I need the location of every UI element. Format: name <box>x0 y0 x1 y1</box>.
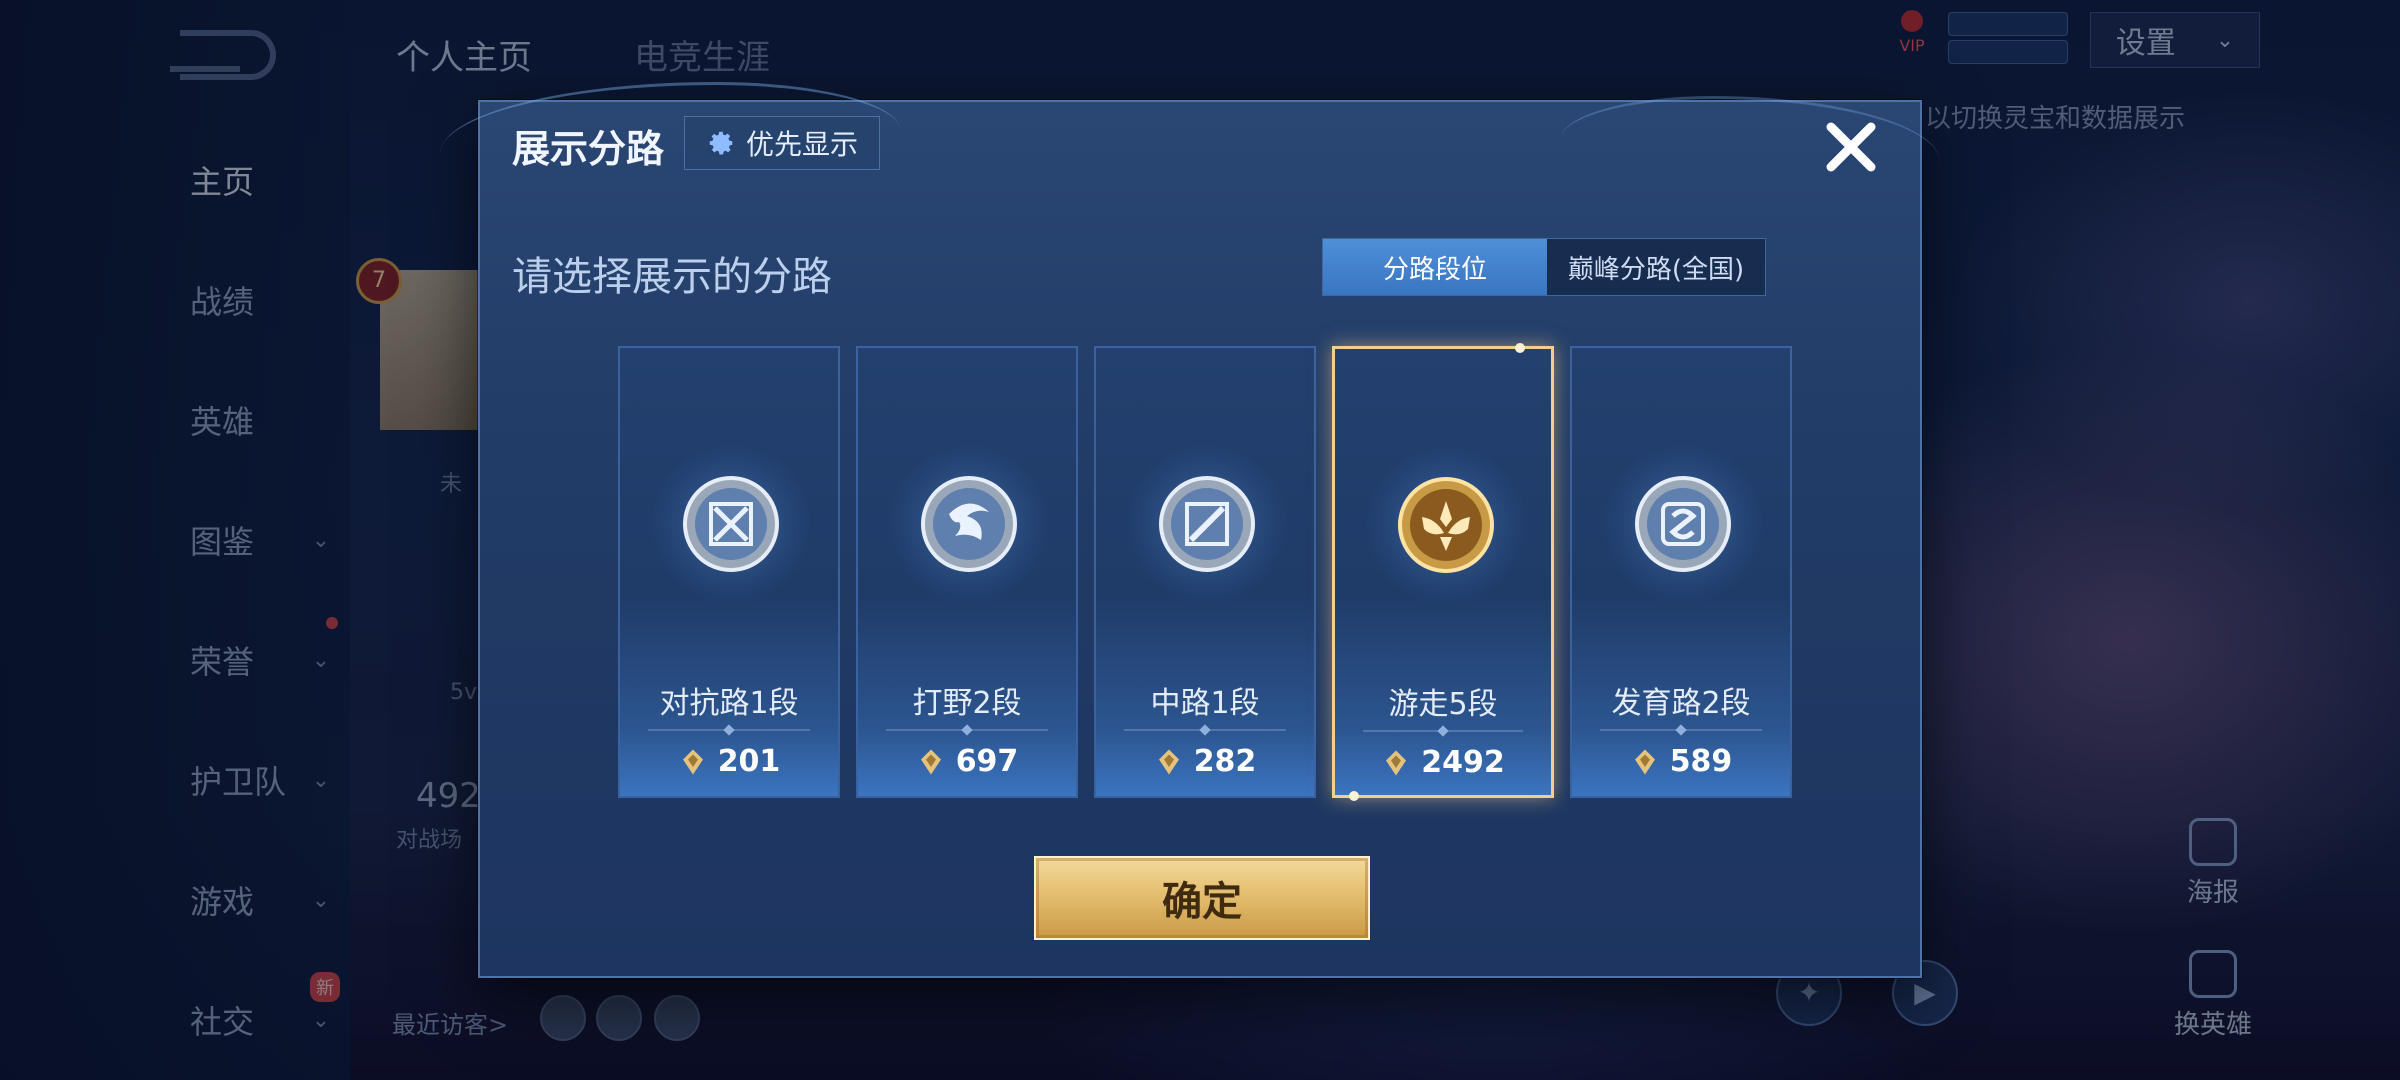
lane-card-list: 对抗路1段 201 打野2段 697 中路1段 282 游走5段 2492 发育… <box>618 343 1792 822</box>
lane-score: 697 <box>858 744 1076 779</box>
lane-rank-label: 中路1段 <box>1150 686 1260 721</box>
lane-score: 2492 <box>1335 745 1551 780</box>
lane-rank-label: 对抗路1段 <box>659 686 799 721</box>
dialog-title: 展示分路 <box>512 127 665 171</box>
lane-rank-label: 游走5段 <box>1388 687 1498 722</box>
close-icon <box>1826 122 1876 172</box>
lane-score: 282 <box>1096 744 1314 779</box>
divider <box>1600 729 1762 731</box>
lane-rank-label: 打野2段 <box>912 686 1022 721</box>
clash-lane-icon <box>683 476 779 572</box>
confirm-button[interactable]: 确定 <box>1034 856 1370 940</box>
lane-score-value: 589 <box>1669 744 1733 779</box>
lane-card-mid[interactable]: 中路1段 282 <box>1094 346 1316 798</box>
divider <box>648 729 810 731</box>
divider <box>1363 730 1523 732</box>
lane-display-dialog: 展示分路 优先显示 请选择展示的分路 分路段位 巅峰分路(全国) 对抗路1段 2… <box>440 82 1940 978</box>
score-icon <box>1634 749 1655 774</box>
lane-score: 589 <box>1572 744 1790 779</box>
close-button[interactable] <box>1816 112 1886 182</box>
priority-display-button[interactable]: 优先显示 <box>684 116 880 170</box>
tab-lane-rank[interactable]: 分路段位 <box>1323 239 1547 295</box>
lane-score: 201 <box>620 744 838 779</box>
lane-rank-label: 发育路2段 <box>1611 686 1751 721</box>
display-mode-tabs: 分路段位 巅峰分路(全国) <box>1322 238 1766 296</box>
selection-corner-dot <box>1515 343 1525 353</box>
lane-card-roam[interactable]: 游走5段 2492 <box>1332 343 1554 801</box>
score-icon <box>920 749 941 774</box>
priority-button-label: 优先显示 <box>745 128 858 161</box>
lane-score-value: 282 <box>1193 744 1257 779</box>
score-icon <box>1158 749 1179 774</box>
gear-icon <box>709 131 733 155</box>
dialog-subtitle: 请选择展示的分路 <box>512 254 832 300</box>
farm-lane-icon <box>1635 476 1731 572</box>
roam-icon <box>1398 477 1494 573</box>
jungle-icon <box>921 476 1017 572</box>
mid-lane-icon <box>1159 476 1255 572</box>
lane-score-value: 201 <box>717 744 781 779</box>
lane-card-clash[interactable]: 对抗路1段 201 <box>618 346 840 798</box>
score-icon <box>682 749 703 774</box>
divider <box>886 729 1048 731</box>
lane-score-value: 2492 <box>1421 745 1505 780</box>
tab-peak-lane-national[interactable]: 巅峰分路(全国) <box>1547 239 1765 295</box>
lane-card-jungle[interactable]: 打野2段 697 <box>856 346 1078 798</box>
lane-score-value: 697 <box>955 744 1019 779</box>
selection-corner-dot <box>1349 791 1359 801</box>
score-icon <box>1386 750 1407 775</box>
divider <box>1124 729 1286 731</box>
lane-card-farm[interactable]: 发育路2段 589 <box>1570 346 1792 798</box>
